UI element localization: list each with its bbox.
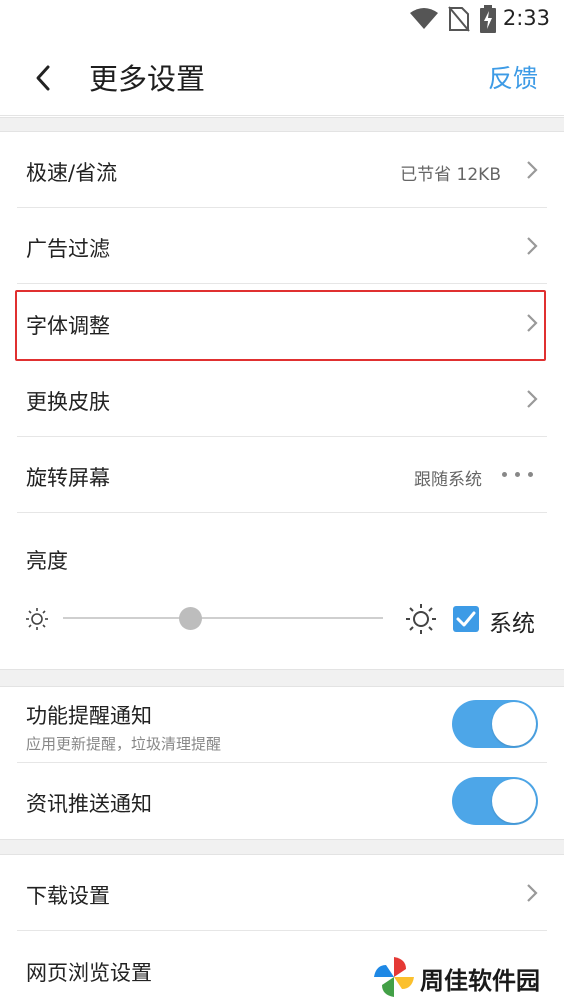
section-gap [0, 117, 564, 132]
more-options-icon[interactable] [502, 472, 534, 478]
setting-label: 极速/省流 [26, 161, 118, 185]
chevron-right-icon [527, 390, 538, 408]
battery-charging-icon [480, 5, 496, 33]
setting-label: 网页浏览设置 [26, 961, 152, 985]
highlight-box [15, 290, 546, 361]
setting-ad-filter[interactable]: 广告过滤 [0, 208, 564, 284]
setting-value: 跟随系统 [414, 470, 482, 490]
setting-feature-reminder: 功能提醒通知 应用更新提醒，垃圾清理提醒 [0, 687, 564, 763]
setting-label: 资讯推送通知 [26, 792, 152, 816]
setting-change-skin[interactable]: 更换皮肤 [0, 361, 564, 437]
setting-brightness: 亮度 [0, 513, 564, 669]
setting-speed-saving[interactable]: 极速/省流 已节省 12KB [0, 132, 564, 208]
pinwheel-logo-icon [374, 957, 414, 997]
setting-news-push: 资讯推送通知 [0, 763, 564, 839]
page-title: 更多设置 [89, 62, 206, 96]
toggle-knob [492, 779, 536, 823]
chevron-right-icon [527, 884, 538, 902]
setting-value: 已节省 12KB [400, 165, 501, 185]
brightness-low-icon [26, 608, 48, 630]
setting-label: 亮度 [26, 549, 68, 573]
chevron-right-icon [527, 237, 538, 255]
brightness-slider-thumb[interactable] [179, 607, 202, 630]
brightness-high-icon [406, 604, 436, 634]
watermark: 周佳软件园 [372, 955, 564, 1002]
setting-label: 广告过滤 [26, 237, 110, 261]
setting-label: 更换皮肤 [26, 390, 110, 414]
news-push-toggle[interactable] [452, 777, 538, 825]
feedback-button[interactable]: 反馈 [488, 59, 538, 95]
setting-sublabel: 应用更新提醒，垃圾清理提醒 [26, 735, 222, 753]
setting-label: 旋转屏幕 [26, 466, 110, 490]
checkmark-icon [456, 611, 476, 627]
chevron-left-icon [36, 65, 50, 91]
feature-reminder-toggle[interactable] [452, 700, 538, 748]
header-bar: 更多设置 反馈 [0, 40, 564, 116]
setting-download[interactable]: 下载设置 [0, 855, 564, 931]
back-button[interactable] [26, 58, 66, 98]
wifi-icon [410, 8, 438, 29]
watermark-text: 周佳软件园 [420, 967, 540, 995]
section-gap [0, 839, 564, 855]
toggle-knob [492, 702, 536, 746]
chevron-right-icon [527, 161, 538, 179]
status-bar: 2:33 [0, 0, 564, 40]
system-brightness-label: 系统 [489, 611, 535, 637]
section-gap [0, 669, 564, 687]
brightness-slider[interactable] [63, 617, 383, 619]
system-brightness-checkbox[interactable] [453, 606, 479, 632]
setting-label: 功能提醒通知 [26, 704, 152, 728]
setting-rotate-screen[interactable]: 旋转屏幕 跟随系统 [0, 437, 564, 513]
no-sim-icon [448, 6, 470, 32]
status-time: 2:33 [502, 6, 550, 30]
setting-label: 下载设置 [26, 884, 110, 908]
